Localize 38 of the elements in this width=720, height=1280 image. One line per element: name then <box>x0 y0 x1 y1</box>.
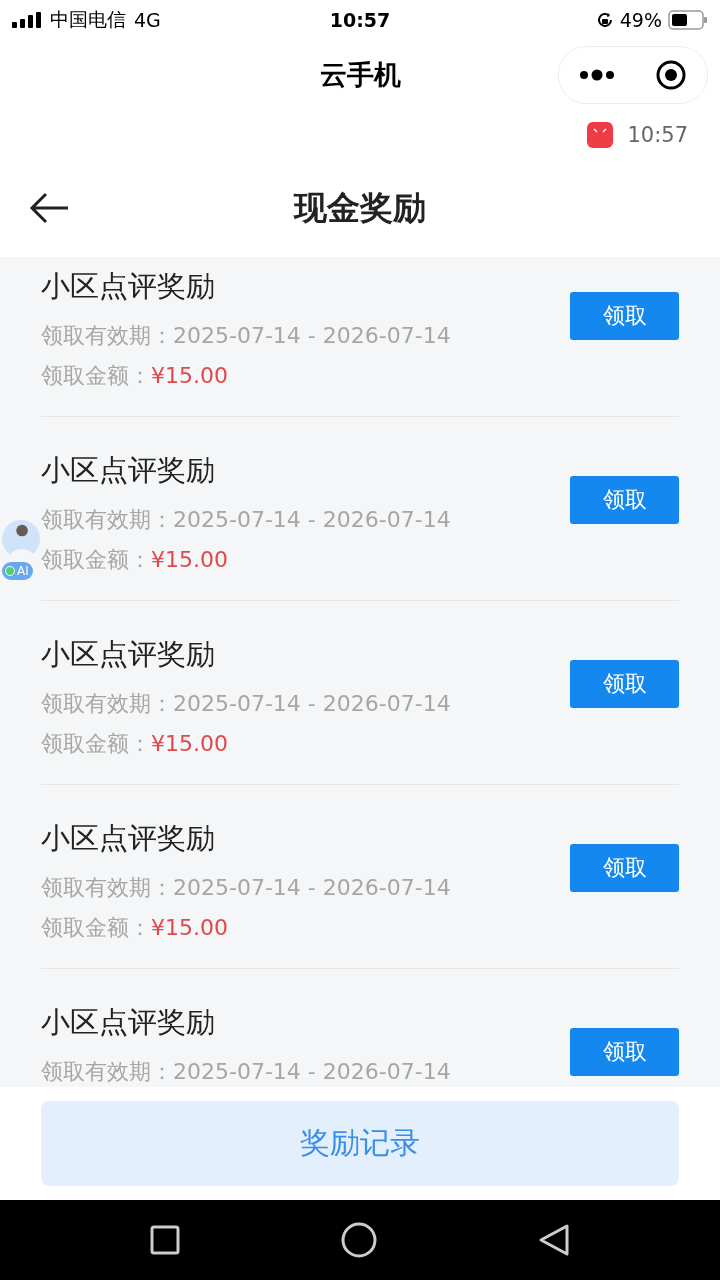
reward-title: 小区点评奖励 <box>41 452 216 489</box>
amount-text: 领取金额：¥15.00 <box>41 546 229 574</box>
claim-button[interactable]: 领取 <box>570 660 679 708</box>
battery-percent: 49% <box>619 9 662 31</box>
reward-records-button[interactable]: 奖励记录 <box>41 1101 679 1186</box>
validity-text: 领取有效期：2025-07-14 - 2026-07-14 <box>41 690 452 718</box>
validity-text: 领取有效期：2025-07-14 - 2026-07-14 <box>41 1058 452 1086</box>
claim-button[interactable]: 领取 <box>570 844 679 892</box>
assistant-avatar[interactable] <box>2 520 40 558</box>
claim-button[interactable]: 领取 <box>570 476 679 524</box>
app-icon <box>587 122 614 148</box>
back-arrow-icon[interactable] <box>28 191 70 225</box>
status-time: 10:57 <box>329 9 391 31</box>
mini-program-title: 云手机 <box>319 58 401 92</box>
amount-text: 领取金额：¥15.00 <box>41 730 229 758</box>
more-icon[interactable] <box>579 69 615 81</box>
claim-button[interactable]: 领取 <box>570 1028 679 1076</box>
close-target-icon[interactable] <box>655 59 687 91</box>
amount-text: 领取金额：¥15.00 <box>41 914 229 942</box>
network-type: 4G <box>134 9 161 31</box>
validity-text: 领取有效期：2025-07-14 - 2026-07-14 <box>41 322 452 350</box>
back-icon[interactable] <box>536 1223 571 1257</box>
amount-text: 领取金额：¥15.00 <box>41 362 229 390</box>
battery-icon <box>668 10 708 30</box>
validity-text: 领取有效期：2025-07-14 - 2026-07-14 <box>41 874 452 902</box>
reward-title: 小区点评奖励 <box>41 820 216 857</box>
carrier-name: 中国电信 <box>50 7 126 32</box>
validity-text: 领取有效期：2025-07-14 - 2026-07-14 <box>41 506 452 534</box>
reward-title: 小区点评奖励 <box>41 1004 216 1041</box>
notification-time: 10:57 <box>627 123 688 147</box>
page-title: 现金奖励 <box>294 187 426 229</box>
home-icon[interactable] <box>340 1221 378 1259</box>
recent-apps-icon[interactable] <box>149 1224 182 1256</box>
reward-title: 小区点评奖励 <box>41 636 216 673</box>
signal-icon <box>12 12 42 28</box>
ai-badge: AI <box>2 562 33 580</box>
reward-title: 小区点评奖励 <box>41 268 216 305</box>
claim-button[interactable]: 领取 <box>570 292 679 340</box>
